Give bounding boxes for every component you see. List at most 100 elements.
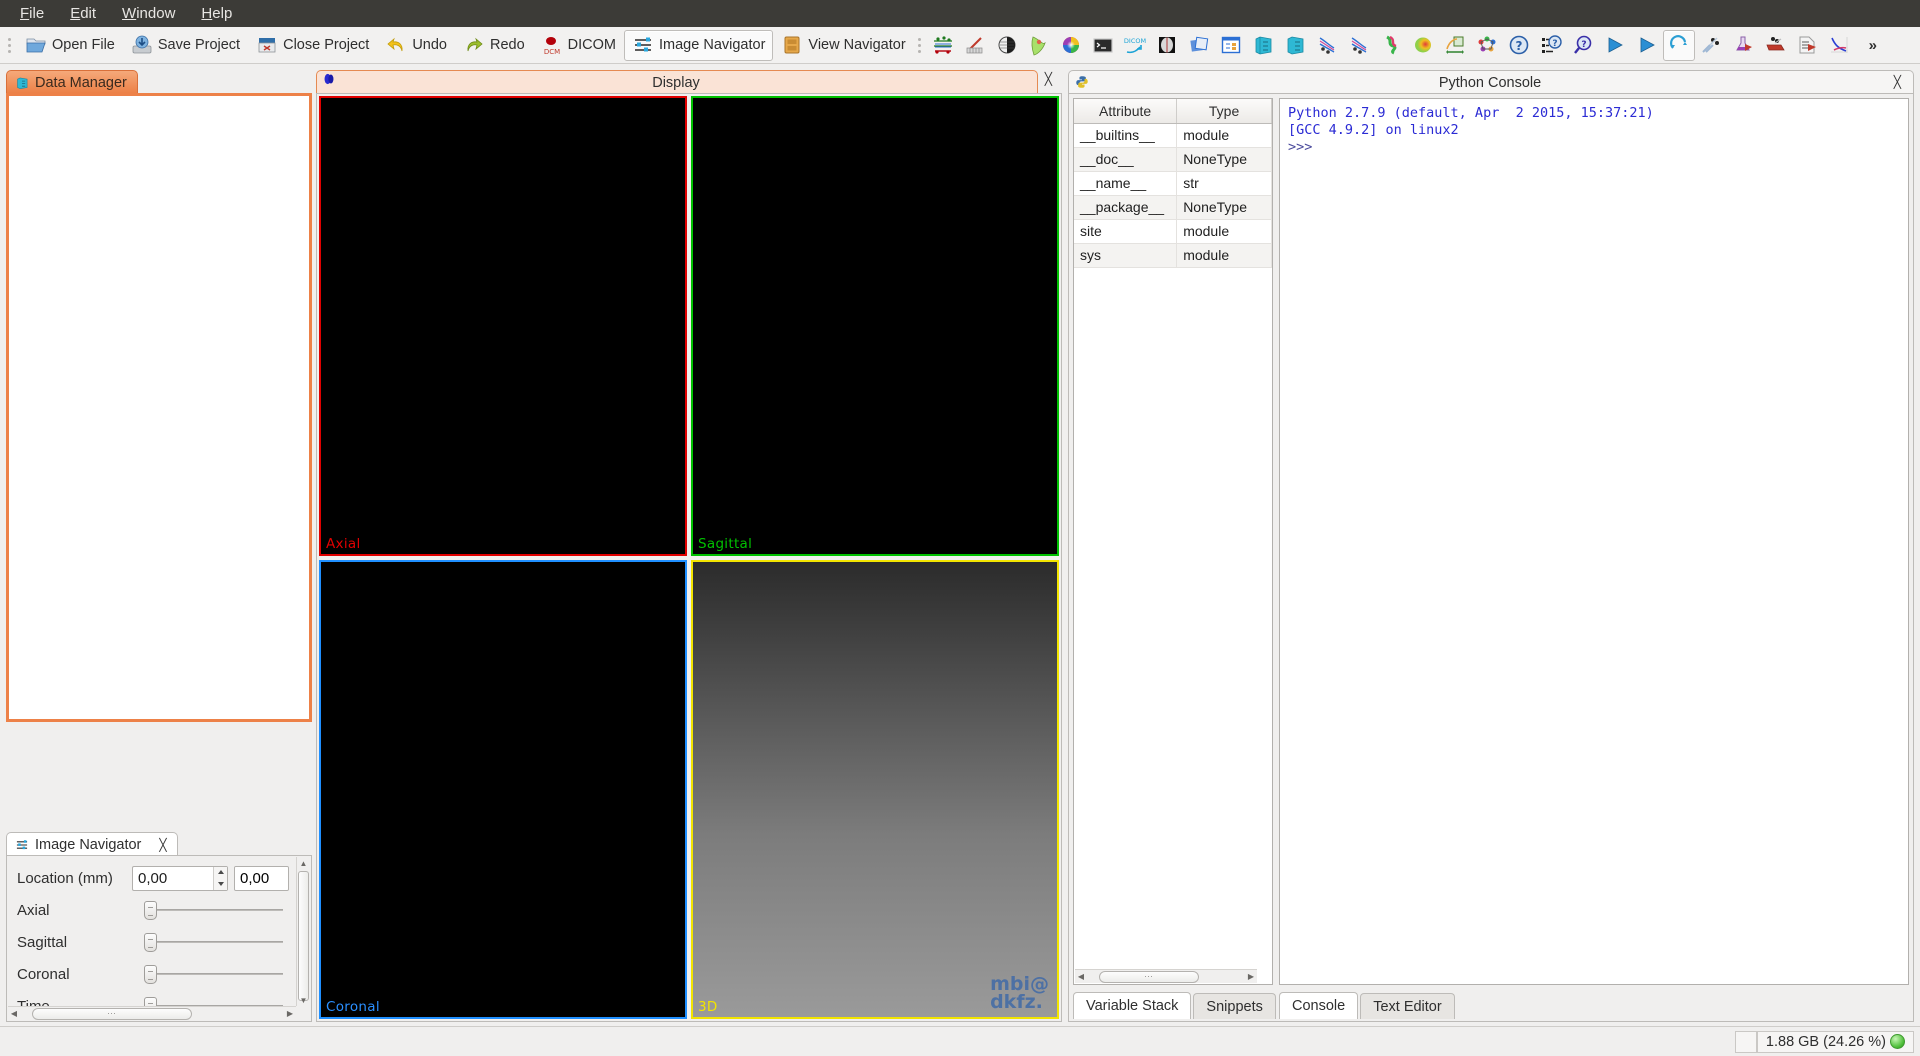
toolbar-grip[interactable] xyxy=(6,34,13,56)
scroll-down-arrow-icon[interactable]: ▼ xyxy=(297,994,310,1006)
location-spinbox-2[interactable] xyxy=(234,865,289,891)
spin-up-button[interactable] xyxy=(214,867,227,879)
console-frame[interactable]: Python 2.7.9 (default, Apr 2 2015, 15:37… xyxy=(1279,98,1909,985)
screenshot-button[interactable] xyxy=(1087,30,1119,61)
datastorage-button[interactable] xyxy=(1279,30,1311,61)
memory-usage-indicator[interactable]: 1.88 GB (24.26 %) xyxy=(1756,1030,1914,1053)
close-icon[interactable]: ╳ xyxy=(1894,75,1901,89)
perfusion-button[interactable] xyxy=(1407,30,1439,61)
column-header-type[interactable]: Type xyxy=(1176,99,1272,124)
color-wheel-button[interactable] xyxy=(1055,30,1087,61)
close-project-button[interactable]: Close Project xyxy=(248,30,377,61)
hscroll-thumb[interactable]: ⋯ xyxy=(32,1007,192,1020)
tab-display[interactable]: Display ╳ xyxy=(316,70,1052,94)
segmentation-button[interactable] xyxy=(991,30,1023,61)
data-manager-button[interactable] xyxy=(1247,30,1279,61)
tab-data-manager[interactable]: Data Manager xyxy=(6,70,138,94)
table-row[interactable]: sys module xyxy=(1074,243,1272,268)
location-spin-buttons[interactable] xyxy=(213,866,227,890)
menu-file[interactable]: File xyxy=(10,2,54,26)
hscroll-thumb[interactable]: ⋯ xyxy=(1099,970,1199,983)
phantom-button[interactable] xyxy=(1759,30,1791,61)
menu-window[interactable]: Window xyxy=(112,2,185,26)
dicom-export-button[interactable]: DICOM xyxy=(1119,30,1151,61)
image-navigator-vscrollbar[interactable]: ▲ ▼ xyxy=(296,857,310,1006)
simulation-button[interactable] xyxy=(1695,30,1727,61)
render-window-axial[interactable]: Axial xyxy=(319,96,687,556)
table-header-row: Attribute Type xyxy=(1074,99,1272,124)
help-button[interactable]: ? xyxy=(1503,30,1535,61)
render-window-coronal[interactable]: Coronal xyxy=(319,559,687,1019)
report-button[interactable] xyxy=(1791,30,1823,61)
point-set-interaction-button[interactable] xyxy=(927,30,959,61)
render-window-sagittal[interactable]: Sagittal xyxy=(691,96,1059,556)
location-input-2[interactable] xyxy=(235,866,288,890)
table-row[interactable]: __package__ NoneType xyxy=(1074,195,1272,220)
image-navigator-hscrollbar[interactable]: ◀ ⋯ ▶ xyxy=(8,1006,296,1020)
open-file-button[interactable]: Open File xyxy=(17,30,123,61)
flask-button[interactable] xyxy=(1727,30,1759,61)
undo-button[interactable]: Undo xyxy=(377,30,455,61)
vscroll-thumb[interactable] xyxy=(298,871,309,1001)
tab-text-editor[interactable]: Text Editor xyxy=(1360,993,1455,1019)
dicom-button[interactable]: DCM DICOM xyxy=(533,30,624,61)
python-console-panel: Python Console ╳ Attribute Type __builti… xyxy=(1068,68,1914,1022)
table-row[interactable]: site module xyxy=(1074,219,1272,244)
help-search-button[interactable]: ? xyxy=(1567,30,1599,61)
table-row[interactable]: __name__ str xyxy=(1074,171,1272,196)
image-cropper-button[interactable] xyxy=(1151,30,1183,61)
tab-snippets[interactable]: Snippets xyxy=(1193,993,1276,1019)
data-manager-tree[interactable] xyxy=(9,96,309,719)
help-contents-button[interactable]: ? xyxy=(1535,30,1567,61)
coronal-slider-handle[interactable] xyxy=(144,965,157,984)
menu-help[interactable]: Help xyxy=(191,2,242,26)
tab-python-console[interactable]: Python Console ╳ xyxy=(1068,70,1914,94)
toolbar-grip-2[interactable] xyxy=(916,34,923,56)
scroll-right-arrow-icon[interactable]: ▶ xyxy=(284,1009,296,1018)
connectomics-button[interactable] xyxy=(1471,30,1503,61)
tab-variable-stack[interactable]: Variable Stack xyxy=(1073,992,1192,1019)
axial-slider[interactable] xyxy=(144,900,283,920)
diffusion-preprocessing-button[interactable] xyxy=(1311,30,1343,61)
spin-down-button[interactable] xyxy=(214,878,227,890)
scroll-left-arrow-icon[interactable]: ◀ xyxy=(1075,972,1087,981)
toolbar-overflow-button[interactable]: » xyxy=(1861,37,1885,54)
coronal-slider[interactable] xyxy=(144,964,283,984)
diffusion-quantification-button[interactable] xyxy=(1343,30,1375,61)
render-window-3d[interactable]: 3D mbi@ dkfz. xyxy=(691,559,1059,1019)
properties-button[interactable] xyxy=(1215,30,1247,61)
tab-image-navigator[interactable]: Image Navigator ╳ xyxy=(6,832,178,856)
view-navigator-button[interactable]: View Navigator xyxy=(773,30,913,61)
variable-stack-table[interactable]: Attribute Type __builtins__ module __doc… xyxy=(1074,99,1272,268)
registration-button[interactable] xyxy=(1183,30,1215,61)
play-blue-button[interactable] xyxy=(1631,30,1663,61)
column-header-attribute[interactable]: Attribute xyxy=(1074,99,1178,124)
location-spinbox-1[interactable] xyxy=(132,865,228,891)
scroll-up-arrow-icon[interactable]: ▲ xyxy=(297,857,310,869)
measurement-button[interactable] xyxy=(959,30,991,61)
image-statistics-button[interactable] xyxy=(1439,30,1471,61)
scroll-right-arrow-icon[interactable]: ▶ xyxy=(1245,972,1257,981)
table-row[interactable]: __builtins__ module xyxy=(1074,123,1272,148)
scroll-left-arrow-icon[interactable]: ◀ xyxy=(8,1009,20,1018)
multilabel-segmentation-button[interactable] xyxy=(1023,30,1055,61)
image-navigator-button[interactable]: Image Navigator xyxy=(624,29,774,61)
play-button[interactable] xyxy=(1599,30,1631,61)
save-project-button[interactable]: Save Project xyxy=(123,30,248,61)
flask-icon xyxy=(1735,36,1752,51)
axial-slider-handle[interactable] xyxy=(144,901,157,920)
tab-console[interactable]: Console xyxy=(1279,992,1359,1019)
sagittal-slider-handle[interactable] xyxy=(144,933,157,952)
console-output[interactable]: Python 2.7.9 (default, Apr 2 2015, 15:37… xyxy=(1280,99,1908,162)
sagittal-slider[interactable] xyxy=(144,932,283,952)
location-input-1[interactable] xyxy=(133,866,214,890)
menu-edit[interactable]: Edit xyxy=(60,2,106,26)
close-icon[interactable]: ╳ xyxy=(1045,72,1052,86)
refresh-button[interactable] xyxy=(1662,29,1695,61)
close-icon[interactable]: ╳ xyxy=(147,839,166,851)
plot-button[interactable] xyxy=(1823,30,1855,61)
variable-stack-hscrollbar[interactable]: ◀ ⋯ ▶ xyxy=(1075,969,1257,983)
redo-button[interactable]: Redo xyxy=(455,30,533,61)
fiber-tractography-button[interactable] xyxy=(1375,30,1407,61)
table-row[interactable]: __doc__ NoneType xyxy=(1074,147,1272,172)
